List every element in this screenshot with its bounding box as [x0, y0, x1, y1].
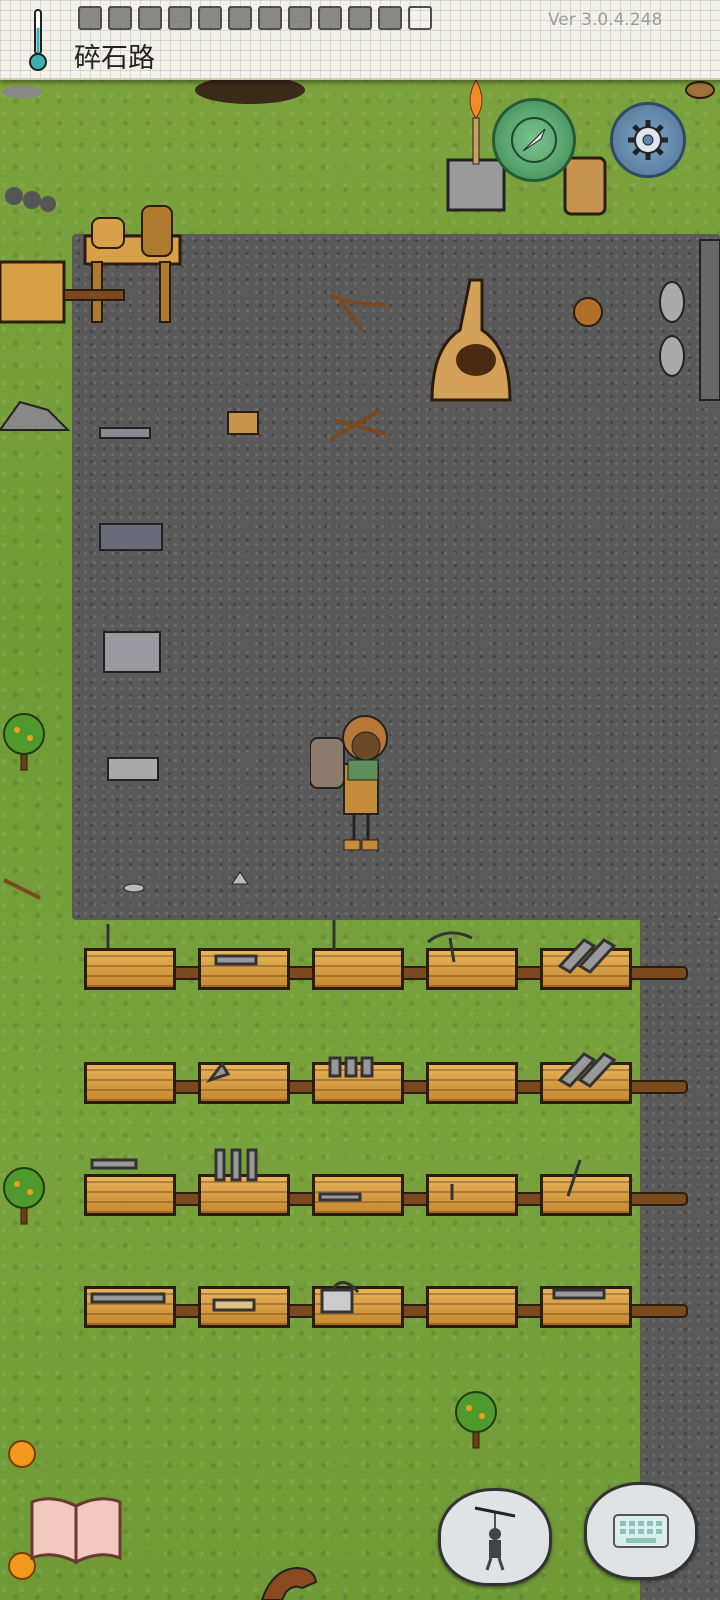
inventory-slot[interactable]	[348, 6, 372, 30]
location-label: 碎石路	[74, 43, 155, 74]
compass-icon	[511, 117, 557, 163]
keyboard-icon	[613, 1514, 669, 1548]
inventory-slot[interactable]	[258, 6, 282, 30]
inventory-slot[interactable]	[228, 6, 252, 30]
gear-icon	[628, 120, 668, 160]
inventory-slot[interactable]	[408, 6, 432, 30]
inventory-slot[interactable]	[198, 6, 222, 30]
inventory-slot[interactable]	[288, 6, 312, 30]
inventory-slot[interactable]	[78, 6, 102, 30]
compass-button[interactable]	[492, 98, 576, 182]
emote-button[interactable]	[438, 1488, 552, 1586]
inventory-slot[interactable]	[318, 6, 342, 30]
inventory-slot[interactable]	[168, 6, 192, 30]
keyboard-button[interactable]	[584, 1482, 698, 1580]
settings-button[interactable]	[610, 102, 686, 178]
book-icon	[30, 1497, 122, 1565]
status-bar: 碎石路 Ver 3.0.4.248	[0, 0, 720, 80]
thermometer-icon[interactable]	[26, 8, 50, 72]
speech-bubble	[584, 1482, 698, 1580]
crate-tools	[90, 920, 617, 1314]
horse[interactable]	[258, 1562, 318, 1600]
puppet-icon	[474, 1506, 516, 1571]
inventory-slot[interactable]	[138, 6, 162, 30]
inventory-slot[interactable]	[108, 6, 132, 30]
inventory-slots	[78, 6, 432, 30]
speech-bubble	[438, 1488, 552, 1586]
journal-button[interactable]	[28, 1492, 124, 1565]
inventory-slot[interactable]	[378, 6, 402, 30]
version-label: Ver 3.0.4.248	[548, 10, 663, 30]
